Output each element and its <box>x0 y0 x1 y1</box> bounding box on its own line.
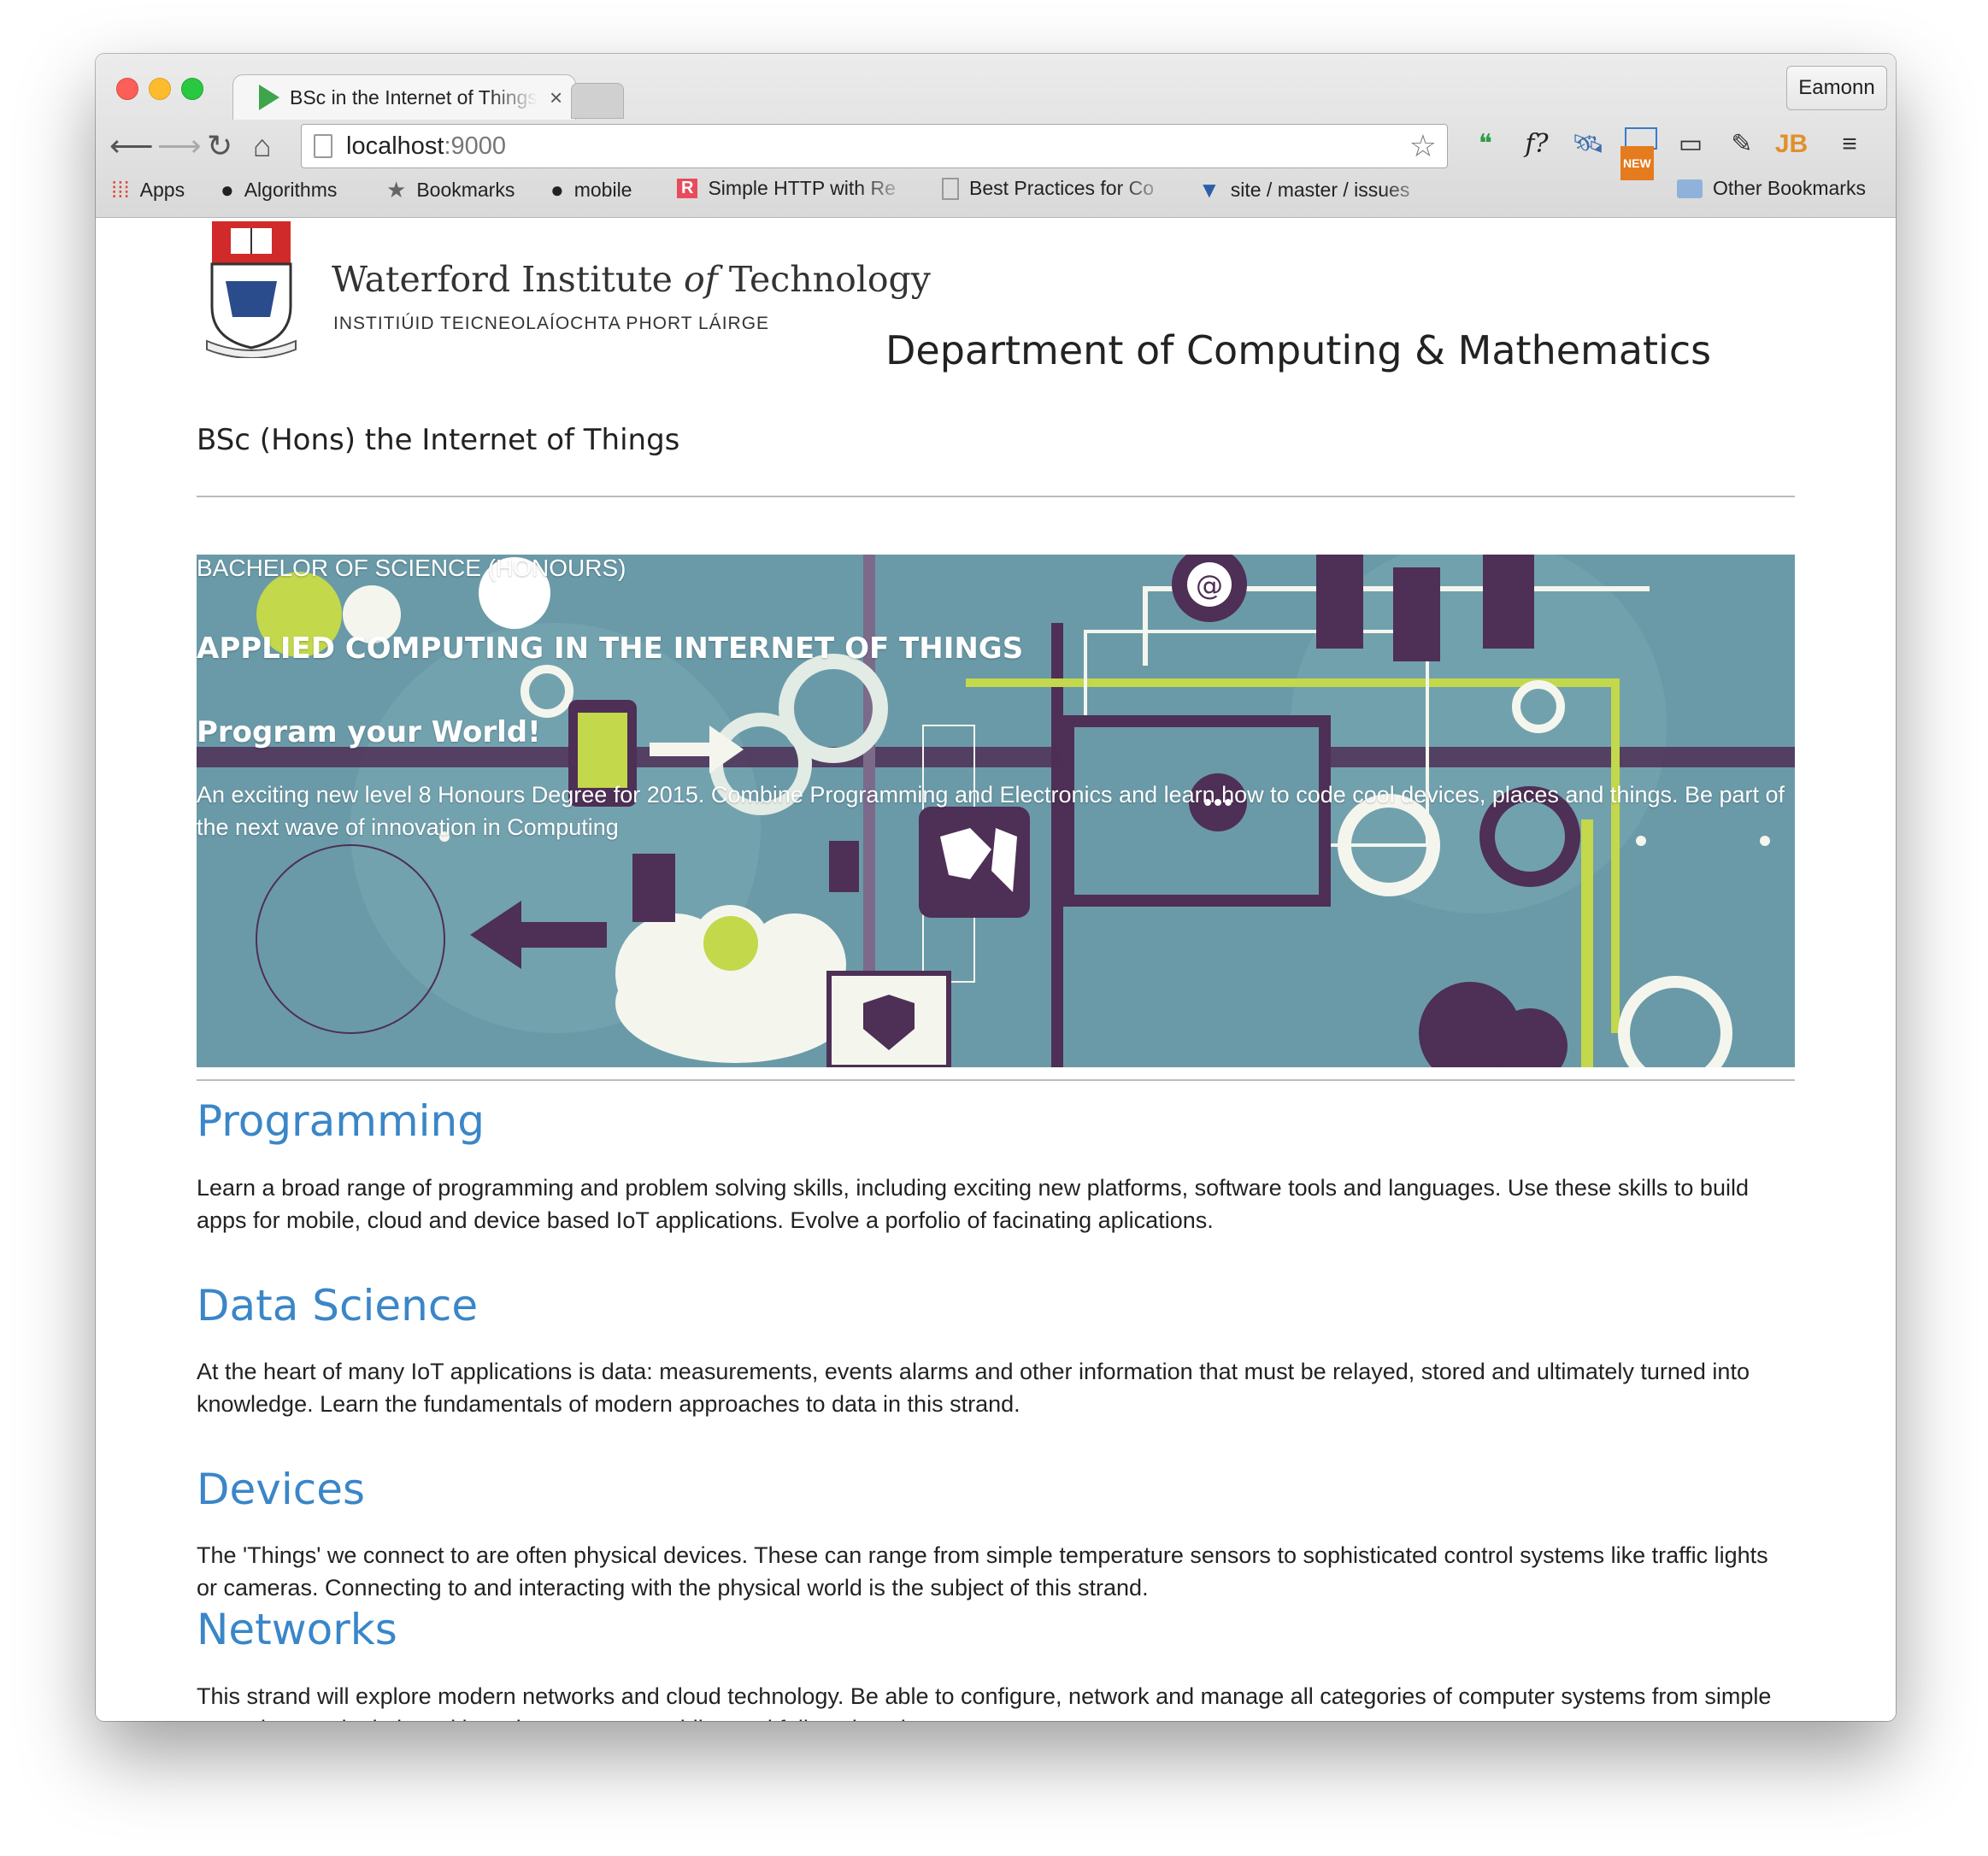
page-icon <box>942 177 959 200</box>
bookmark-star-icon[interactable]: ☆ <box>1409 128 1437 164</box>
new-tab-button[interactable] <box>571 83 624 119</box>
cast-icon[interactable]: ▭ <box>1672 127 1709 162</box>
browser-window: BSc in the Internet of Things × Eamonn ⟵… <box>96 54 1896 1721</box>
section-heading-programming: Programming <box>197 1096 485 1146</box>
tab-close-icon[interactable]: × <box>550 85 562 111</box>
font-finder-icon[interactable]: f? <box>1518 127 1556 162</box>
profile-button[interactable]: Eamonn <box>1786 66 1887 110</box>
department-title: Department of Computing & Mathematics <box>885 327 1712 373</box>
section-text-networks: This strand will explore modern networks… <box>197 1683 1772 1721</box>
section-text-data-science: At the heart of many IoT applications is… <box>197 1359 1750 1417</box>
toolbar: ⟵ ⟶ ↻ ⌂ localhost:9000 ☆ ❝ f? 🛰 NEW ▭ ✎ … <box>96 122 1896 180</box>
r-logo-icon: R <box>677 179 698 198</box>
url-port: :9000 <box>444 132 507 160</box>
page-content: Waterford Institute of Technology INSTIT… <box>96 218 1896 1721</box>
address-bar[interactable]: localhost:9000 ☆ <box>301 124 1448 168</box>
bitbucket-icon: ▼ <box>1198 177 1220 203</box>
bookmark-bookmarks[interactable]: ★ Bookmarks <box>386 177 515 203</box>
divider <box>197 496 1795 497</box>
svg-text:@: @ <box>1196 569 1223 602</box>
reload-icon[interactable]: ↻ <box>207 129 232 163</box>
bookmarks-bar: ⁞⁞⁞ Apps ● Algorithms ★ Bookmarks ● mobile R… <box>96 172 1896 214</box>
star-icon: ★ <box>386 177 407 203</box>
bookmark-site-issues[interactable]: ▼ site / master / issues <box>1198 177 1432 203</box>
hangouts-icon[interactable]: ❝ <box>1467 127 1504 162</box>
folder-icon <box>1677 179 1703 198</box>
page-icon <box>314 134 332 158</box>
new-window-icon[interactable]: NEW <box>1620 127 1660 180</box>
bookmark-mobile[interactable]: ● mobile <box>550 177 632 203</box>
banner-description: An exciting new level 8 Honours Degree f… <box>197 782 1785 840</box>
eyedropper-icon[interactable]: ✎ <box>1723 127 1761 162</box>
hero-banner: @ BACHELOR OF SCIENCE (HONOURS) APPLIED … <box>197 555 1795 1067</box>
url-host: localhost <box>346 132 444 160</box>
apps-grid-icon: ⁞⁞⁞ <box>111 177 130 203</box>
play-favicon-icon <box>259 85 279 110</box>
menu-icon[interactable]: ≡ <box>1831 127 1868 162</box>
bookmark-other[interactable]: Other Bookmarks <box>1677 177 1866 200</box>
wit-crest-logo <box>206 221 297 358</box>
divider <box>197 1079 1795 1081</box>
logo-title: Waterford Institute of Technology <box>332 259 931 300</box>
home-icon[interactable]: ⌂ <box>253 129 272 163</box>
github-icon: ● <box>221 177 234 203</box>
github-icon: ● <box>550 177 564 203</box>
section-heading-data-science: Data Science <box>197 1281 479 1330</box>
jetbrains-icon[interactable]: JB <box>1773 127 1810 162</box>
close-window-button[interactable] <box>116 78 138 100</box>
tab-title: BSc in the Internet of Things <box>290 85 538 109</box>
satellite-icon[interactable]: 🛰 <box>1569 127 1607 162</box>
banner-degree-type: BACHELOR OF SCIENCE (HONOURS) <box>197 555 626 581</box>
banner-tagline: Program your World! <box>197 715 541 749</box>
zoom-window-button[interactable] <box>181 78 203 100</box>
bookmark-best-practices[interactable]: Best Practices for Co <box>942 177 1171 200</box>
minimize-window-button[interactable] <box>149 78 171 100</box>
course-title: BSc (Hons) the Internet of Things <box>197 423 680 457</box>
banner-course-name: APPLIED COMPUTING IN THE INTERNET OF THI… <box>197 631 1024 666</box>
bookmark-apps[interactable]: ⁞⁞⁞ Apps <box>111 177 185 203</box>
section-heading-networks: Networks <box>197 1605 397 1654</box>
browser-tab[interactable]: BSc in the Internet of Things × <box>232 74 576 120</box>
forward-arrow-icon[interactable]: ⟶ <box>157 129 202 163</box>
browser-chrome: BSc in the Internet of Things × Eamonn ⟵… <box>96 54 1896 218</box>
section-text-devices: The 'Things' we connect to are often phy… <box>197 1542 1768 1601</box>
section-heading-devices: Devices <box>197 1465 366 1514</box>
logo-subtitle: INSTITIÚID TEICNEOLAÍOCHTA PHORT LÁIRGE <box>333 314 770 333</box>
bookmark-simple-http[interactable]: R Simple HTTP with Re <box>677 177 909 200</box>
back-arrow-icon[interactable]: ⟵ <box>109 129 154 163</box>
section-text-programming: Learn a broad range of programming and p… <box>197 1175 1749 1233</box>
bookmark-algorithms[interactable]: ● Algorithms <box>221 177 337 203</box>
